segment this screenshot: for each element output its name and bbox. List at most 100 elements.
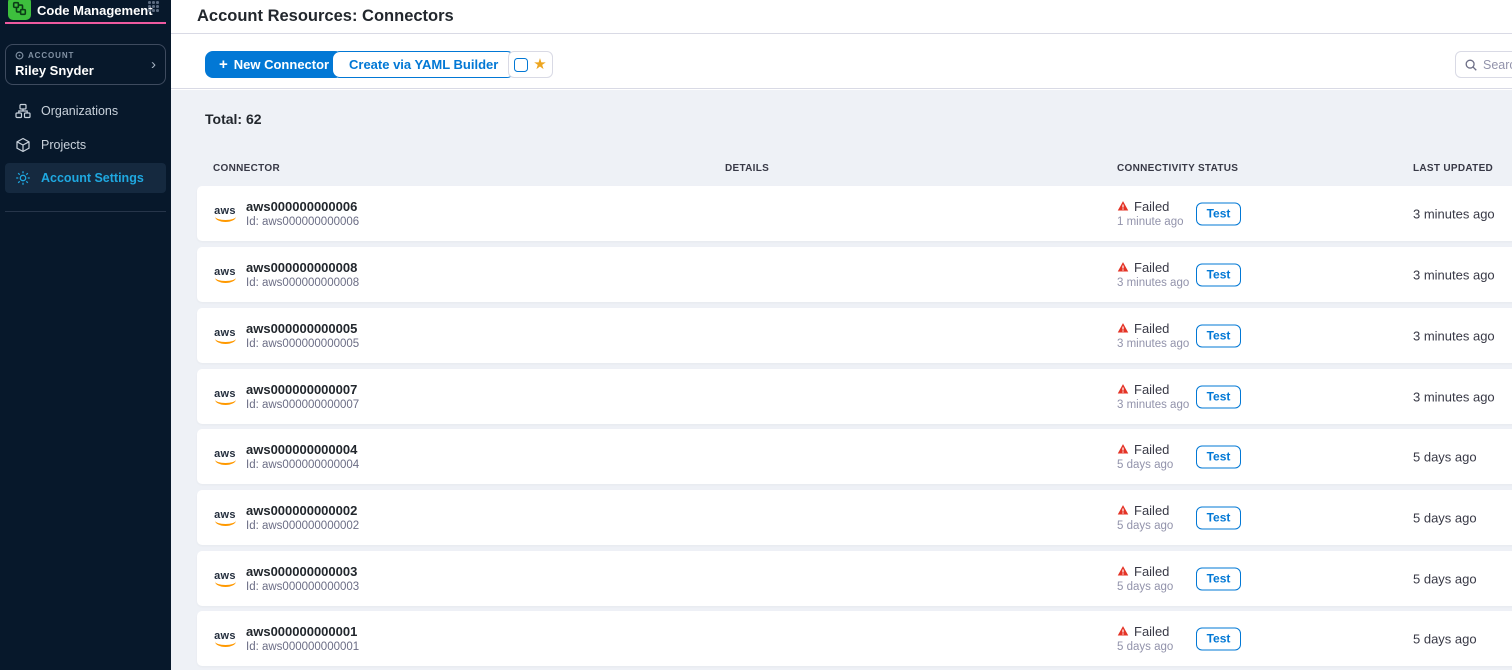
- aws-logo-icon: aws: [213, 328, 237, 344]
- sidebar-item-projects[interactable]: Projects: [5, 131, 166, 159]
- connector-name: aws000000000002: [246, 503, 359, 518]
- connectivity-status: Failed 3 minutes ago: [1117, 321, 1189, 351]
- page-header: Account Resources: Connectors: [171, 0, 1512, 34]
- test-button[interactable]: Test: [1196, 324, 1241, 347]
- page-title: Account Resources: Connectors: [197, 7, 454, 26]
- connector-name: aws000000000005: [246, 321, 359, 336]
- column-header-last-updated: LAST UPDATED: [1413, 163, 1493, 174]
- table-row[interactable]: aws aws000000000003Id: aws000000000003 F…: [197, 551, 1512, 606]
- table-row[interactable]: aws aws000000000004Id: aws000000000004 F…: [197, 429, 1512, 484]
- connectivity-status: Failed 5 days ago: [1117, 564, 1173, 594]
- table-row[interactable]: aws aws000000000005Id: aws000000000005 F…: [197, 308, 1512, 363]
- search-input[interactable]: [1483, 58, 1512, 72]
- aws-logo-icon: aws: [213, 571, 237, 587]
- last-updated: 3 minutes ago: [1413, 267, 1495, 282]
- search-icon: [1464, 58, 1478, 72]
- table-row[interactable]: aws aws000000000007Id: aws000000000007 F…: [197, 369, 1512, 424]
- connector-cell: aws aws000000000005Id: aws000000000005: [213, 321, 359, 351]
- sidebar-item-label: Organizations: [41, 104, 118, 118]
- status-time: 3 minutes ago: [1117, 398, 1189, 412]
- account-scope-selector[interactable]: ACCOUNT Riley Snyder ›: [5, 44, 166, 85]
- connectivity-status: Failed 3 minutes ago: [1117, 260, 1189, 290]
- warning-icon: [1117, 261, 1129, 273]
- connector-id: Id: aws000000000008: [246, 276, 359, 290]
- total-count: Total: 62: [205, 111, 262, 127]
- connector-name: aws000000000007: [246, 382, 359, 397]
- last-updated: 3 minutes ago: [1413, 206, 1495, 221]
- aws-logo-icon: aws: [213, 206, 237, 222]
- favorites-filter[interactable]: ★: [508, 51, 553, 78]
- connectivity-status: Failed 1 minute ago: [1117, 199, 1184, 229]
- sidebar-item-account-settings[interactable]: Account Settings: [5, 163, 166, 193]
- warning-icon: [1117, 322, 1129, 334]
- create-via-yaml-builder-button[interactable]: Create via YAML Builder: [332, 51, 515, 78]
- connector-cell: aws aws000000000003Id: aws000000000003: [213, 564, 359, 594]
- test-button[interactable]: Test: [1196, 627, 1241, 650]
- sidebar-item-organizations[interactable]: Organizations: [5, 97, 166, 125]
- new-connector-button[interactable]: + New Connector: [205, 51, 343, 78]
- last-updated: 5 days ago: [1413, 449, 1477, 464]
- connectivity-status: Failed 3 minutes ago: [1117, 382, 1189, 412]
- test-button[interactable]: Test: [1196, 385, 1241, 408]
- status-label: Failed: [1134, 199, 1169, 214]
- organizations-icon: [15, 103, 31, 119]
- test-button[interactable]: Test: [1196, 202, 1241, 225]
- gear-icon: [15, 170, 31, 186]
- warning-icon: [1117, 504, 1129, 516]
- chevron-right-icon: ›: [151, 57, 156, 73]
- table-row[interactable]: aws aws000000000006Id: aws000000000006 F…: [197, 186, 1512, 241]
- aws-logo-icon: aws: [213, 631, 237, 647]
- warning-icon: [1117, 625, 1129, 637]
- status-time: 3 minutes ago: [1117, 276, 1189, 290]
- toolbar: + New Connector Create via YAML Builder …: [171, 35, 1512, 89]
- status-label: Failed: [1134, 382, 1169, 397]
- app-window: Code Management ACCOUNT Riley Snyder › O…: [0, 0, 1512, 670]
- sidebar-item-label: Projects: [41, 138, 86, 152]
- star-icon: ★: [533, 57, 546, 72]
- connector-cell: aws aws000000000008Id: aws000000000008: [213, 260, 359, 290]
- connector-cell: aws aws000000000007Id: aws000000000007: [213, 382, 359, 412]
- connector-id: Id: aws000000000007: [246, 398, 359, 412]
- warning-icon: [1117, 565, 1129, 577]
- warning-icon: [1117, 200, 1129, 212]
- table-row[interactable]: aws aws000000000002Id: aws000000000002 F…: [197, 490, 1512, 545]
- last-updated: 5 days ago: [1413, 510, 1477, 525]
- module-switcher-grid-icon[interactable]: [148, 1, 160, 13]
- status-label: Failed: [1134, 624, 1169, 639]
- connector-id: Id: aws000000000002: [246, 519, 359, 533]
- status-time: 1 minute ago: [1117, 215, 1184, 229]
- aws-logo-icon: aws: [213, 449, 237, 465]
- favorites-checkbox[interactable]: [514, 58, 528, 72]
- sidebar: Code Management ACCOUNT Riley Snyder › O…: [0, 0, 171, 670]
- code-management-logo-icon[interactable]: [8, 0, 31, 20]
- projects-icon: [15, 137, 31, 153]
- column-header-connector: CONNECTOR: [213, 163, 280, 174]
- status-label: Failed: [1134, 564, 1169, 579]
- module-accent-line: [5, 22, 166, 24]
- status-time: 5 days ago: [1117, 640, 1173, 654]
- plus-icon: +: [219, 56, 228, 73]
- total-value: 62: [246, 111, 262, 127]
- account-name: Riley Snyder: [15, 63, 156, 78]
- connector-name: aws000000000001: [246, 624, 359, 639]
- test-button[interactable]: Test: [1196, 506, 1241, 529]
- connector-id: Id: aws000000000006: [246, 215, 359, 229]
- connectivity-status: Failed 5 days ago: [1117, 442, 1173, 472]
- search-box[interactable]: [1455, 51, 1512, 78]
- status-label: Failed: [1134, 260, 1169, 275]
- table-row[interactable]: aws aws000000000001Id: aws000000000001 F…: [197, 611, 1512, 666]
- test-button[interactable]: Test: [1196, 567, 1241, 590]
- last-updated: 5 days ago: [1413, 571, 1477, 586]
- connector-id: Id: aws000000000005: [246, 337, 359, 351]
- test-button[interactable]: Test: [1196, 263, 1241, 286]
- connectivity-status: Failed 5 days ago: [1117, 624, 1173, 654]
- status-time: 5 days ago: [1117, 458, 1173, 472]
- connectors-list: Total: 62 CONNECTOR DETAILS CONNECTIVITY…: [171, 90, 1512, 670]
- column-header-details: DETAILS: [725, 163, 769, 174]
- test-button[interactable]: Test: [1196, 445, 1241, 468]
- status-label: Failed: [1134, 503, 1169, 518]
- connector-id: Id: aws000000000004: [246, 458, 359, 472]
- column-header-connectivity-status: CONNECTIVITY STATUS: [1117, 163, 1238, 174]
- table-row[interactable]: aws aws000000000008Id: aws000000000008 F…: [197, 247, 1512, 302]
- last-updated: 5 days ago: [1413, 631, 1477, 646]
